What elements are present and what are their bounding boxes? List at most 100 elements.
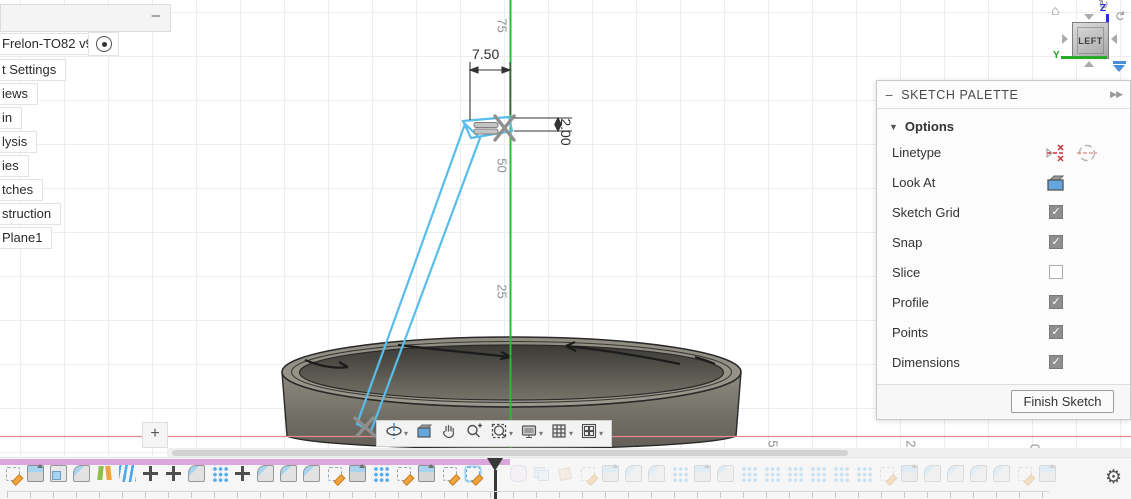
timeline-feature-fillet[interactable]	[280, 465, 297, 482]
timeline-feature-form[interactable]	[510, 465, 527, 482]
browser-activate-radio[interactable]	[89, 33, 118, 55]
timeline-feature-circular-pattern[interactable]	[763, 465, 780, 482]
timeline-feature-fillet[interactable]	[947, 465, 964, 482]
viewports-button[interactable]: ▾	[578, 421, 605, 446]
look-at-icon[interactable]	[1045, 172, 1067, 194]
timeline-feature-circular-pattern[interactable]	[671, 465, 688, 482]
timeline-feature-sketch[interactable]	[397, 467, 411, 481]
palette-option-label: Dimensions	[892, 355, 960, 370]
centerline-circle-icon[interactable]	[1076, 142, 1098, 164]
timeline-feature-fillet[interactable]	[648, 465, 665, 482]
timeline-feature-fillet[interactable]	[73, 465, 90, 482]
timeline-scrollbar-track[interactable]	[167, 448, 1131, 457]
timeline-feature-circular-pattern[interactable]	[740, 465, 757, 482]
browser-item[interactable]: iews	[0, 84, 37, 104]
browser-item[interactable]: ies	[0, 156, 28, 176]
gear-icon[interactable]: ⚙	[1105, 466, 1122, 489]
timeline-feature-fillet[interactable]	[924, 465, 941, 482]
viewcube-rotate-icon[interactable]: ↻	[1111, 9, 1129, 23]
dimension-lines	[470, 62, 572, 131]
chevron-down-icon[interactable]: ▾	[539, 429, 543, 438]
chevron-down-icon[interactable]: ▾	[509, 429, 513, 438]
finish-sketch-button[interactable]: Finish Sketch	[1011, 390, 1114, 413]
timeline-feature-extrude[interactable]	[418, 465, 435, 482]
slice-checkbox[interactable]	[1049, 265, 1063, 279]
browser-item[interactable]: lysis	[0, 132, 36, 152]
sketch-grid-checkbox[interactable]: ✓	[1049, 205, 1063, 219]
dimension-width-label[interactable]: 7.50	[472, 46, 499, 62]
viewcube-arrow-down-icon[interactable]	[1084, 14, 1094, 20]
dimension-height-label[interactable]: 2.00	[558, 110, 574, 154]
window-zoom-button[interactable]: ▾	[488, 421, 515, 446]
timeline-feature-sketch[interactable]	[6, 467, 20, 481]
timeline-feature-circular-pattern[interactable]	[809, 465, 826, 482]
viewcube-face-left[interactable]: LEFT	[1072, 22, 1109, 59]
layout-grid-button[interactable]: ▾	[548, 421, 575, 446]
viewcube-arrow-up-icon[interactable]	[1084, 61, 1094, 67]
timeline-feature-sketch[interactable]	[466, 467, 480, 481]
browser-item[interactable]: Plane1	[0, 228, 51, 248]
options-section-header[interactable]: ▼ Options	[877, 109, 1130, 138]
timeline-feature-sketch[interactable]	[443, 467, 457, 481]
timeline-feature-sketch[interactable]	[880, 467, 894, 481]
timeline-scrollbar-thumb[interactable]	[172, 450, 848, 456]
timeline-feature-box[interactable]	[50, 465, 67, 482]
snap-checkbox[interactable]: ✓	[1049, 235, 1063, 249]
timeline-feature-move[interactable]	[234, 465, 251, 482]
browser-item[interactable]: struction	[0, 204, 60, 224]
construction-line-icon[interactable]	[1045, 142, 1067, 164]
browser-item[interactable]: in	[0, 108, 21, 128]
timeline-playhead-marker[interactable]	[487, 465, 504, 493]
timeline-feature-extrude[interactable]	[349, 465, 366, 482]
palette-dock-icon[interactable]: ▶▶	[1110, 89, 1122, 100]
dimensions-checkbox[interactable]: ✓	[1049, 355, 1063, 369]
timeline-feature-extrude[interactable]	[1039, 465, 1056, 482]
timeline-feature-fillet[interactable]	[970, 465, 987, 482]
chevron-down-icon[interactable]: ▾	[404, 429, 408, 438]
timeline-feature-mirror[interactable]	[96, 465, 113, 482]
timeline-feature-move[interactable]	[165, 465, 182, 482]
timeline-feature-extrude[interactable]	[27, 465, 44, 482]
timeline-feature-fillet[interactable]	[717, 465, 734, 482]
look-at-button[interactable]	[413, 421, 435, 446]
palette-collapse-button[interactable]: −	[885, 87, 893, 103]
points-checkbox[interactable]: ✓	[1049, 325, 1063, 339]
browser-item[interactable]: t Settings	[0, 60, 65, 80]
timeline-feature-sketch[interactable]	[1018, 467, 1032, 481]
timeline-feature-sketch[interactable]	[328, 467, 342, 481]
timeline-feature-sketch[interactable]	[581, 467, 595, 481]
browser-document-title[interactable]: Frelon-TO82 v9	[0, 34, 102, 54]
timeline-feature-combine[interactable]	[533, 465, 550, 482]
timeline-feature-circular-pattern[interactable]	[211, 465, 228, 482]
timeline-feature-circular-pattern[interactable]	[855, 465, 872, 482]
timeline-feature-move[interactable]	[142, 465, 159, 482]
timeline-feature-fillet[interactable]	[625, 465, 642, 482]
pan-button[interactable]	[438, 421, 460, 446]
timeline-feature-circular-pattern[interactable]	[372, 465, 389, 482]
zoom-button[interactable]	[463, 421, 485, 446]
timeline-feature-extrude[interactable]	[694, 465, 711, 482]
timeline-feature-fillet[interactable]	[993, 465, 1010, 482]
profile-checkbox[interactable]: ✓	[1049, 295, 1063, 309]
timeline-feature-fillet[interactable]	[303, 465, 320, 482]
filter-icon[interactable]	[1113, 61, 1126, 72]
orbit-button[interactable]: ▾	[383, 421, 410, 446]
viewcube-arrow-right-icon[interactable]	[1062, 34, 1068, 44]
timeline-feature-coil[interactable]	[119, 465, 136, 482]
timeline-feature-decal[interactable]	[557, 466, 571, 480]
timeline-feature-fillet[interactable]	[188, 465, 205, 482]
timeline-feature-extrude[interactable]	[602, 465, 619, 482]
browser-expand-button[interactable]: +	[142, 422, 168, 448]
timeline-feature-fillet[interactable]	[257, 465, 274, 482]
browser-item[interactable]: tches	[0, 180, 42, 200]
timeline-feature-circular-pattern[interactable]	[832, 465, 849, 482]
sketch-profile-lines[interactable]	[357, 117, 512, 431]
browser-collapse-button[interactable]: –	[152, 7, 160, 24]
viewcube-home-icon[interactable]: ⌂	[1051, 2, 1059, 18]
chevron-down-icon[interactable]: ▾	[599, 429, 603, 438]
chevron-down-icon[interactable]: ▾	[569, 429, 573, 438]
timeline-feature-extrude[interactable]	[901, 465, 918, 482]
timeline-feature-circular-pattern[interactable]	[786, 465, 803, 482]
viewcube-arrow-left-icon[interactable]	[1111, 34, 1117, 44]
display-settings-button[interactable]: ▾	[518, 421, 545, 446]
